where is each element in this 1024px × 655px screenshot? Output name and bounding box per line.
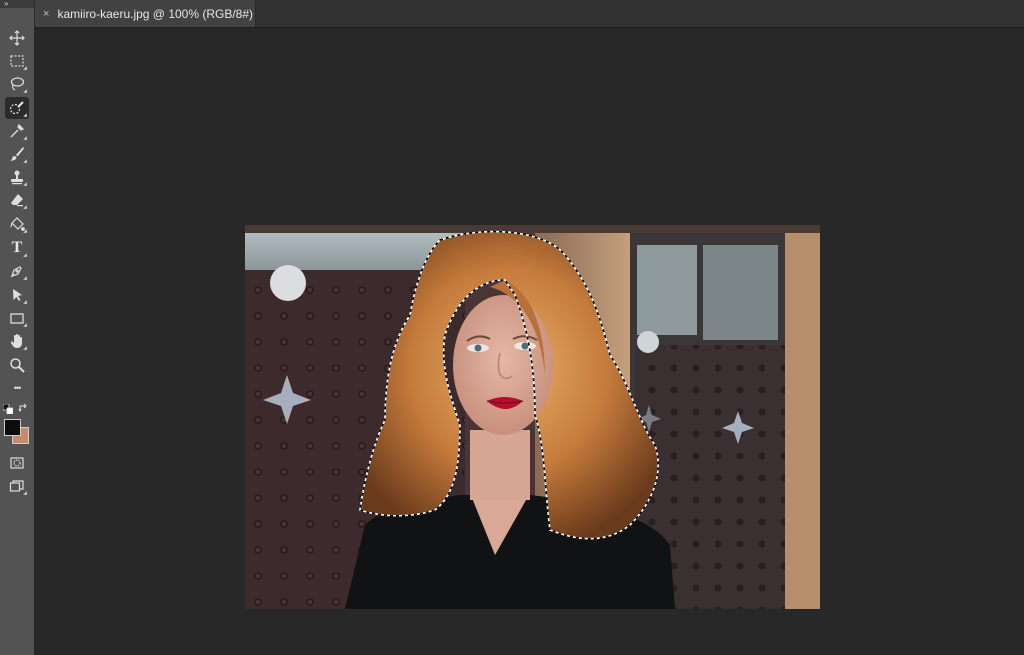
tool-group-indicator bbox=[23, 300, 27, 304]
document-title: kamiiro-kaeru.jpg @ 100% (RGB/8#) bbox=[57, 6, 254, 21]
foreground-color-swatch[interactable] bbox=[4, 419, 21, 436]
lasso-tool[interactable] bbox=[5, 73, 29, 95]
type-icon: T bbox=[11, 239, 23, 256]
path-selection-tool[interactable] bbox=[5, 284, 29, 306]
eraser-tool[interactable] bbox=[5, 189, 29, 211]
move-tool[interactable] bbox=[5, 27, 29, 49]
panel-collapse-button[interactable]: » bbox=[0, 0, 34, 8]
tool-group-indicator bbox=[23, 491, 27, 495]
type-tool[interactable]: T bbox=[5, 237, 29, 259]
tool-group-indicator bbox=[23, 253, 27, 257]
tool-group-indicator bbox=[23, 229, 27, 233]
default-colors-icon[interactable] bbox=[3, 404, 13, 414]
move-icon bbox=[9, 30, 25, 46]
clone-stamp-tool[interactable] bbox=[5, 166, 29, 188]
tool-group-indicator bbox=[23, 113, 27, 117]
tool-group-indicator bbox=[23, 276, 27, 280]
quick-mask-button[interactable] bbox=[5, 452, 29, 474]
tool-group-indicator bbox=[23, 323, 27, 327]
paint-bucket-tool[interactable] bbox=[5, 213, 29, 235]
more-tools[interactable]: ••• bbox=[5, 377, 29, 399]
document-tab[interactable]: × kamiiro-kaeru.jpg @ 100% (RGB/8#) bbox=[35, 0, 256, 27]
tab-close-button[interactable]: × bbox=[43, 8, 49, 20]
zoom-tool[interactable] bbox=[5, 354, 29, 376]
marquee-tool[interactable] bbox=[5, 50, 29, 72]
brush-tool[interactable] bbox=[5, 143, 29, 165]
screen-mode-button[interactable] bbox=[5, 475, 29, 497]
tool-group-indicator bbox=[23, 205, 27, 209]
tool-group-indicator bbox=[23, 66, 27, 70]
portrait-photo bbox=[245, 225, 820, 609]
quick-selection-tool[interactable] bbox=[5, 97, 29, 119]
color-swatches bbox=[3, 402, 31, 446]
magnifier-icon bbox=[10, 358, 25, 373]
quick-mask-icon bbox=[10, 457, 24, 469]
rectangle-tool[interactable] bbox=[5, 307, 29, 329]
tool-group-indicator bbox=[23, 182, 27, 186]
tool-group-indicator bbox=[23, 89, 27, 93]
swap-colors-icon[interactable] bbox=[18, 403, 29, 414]
tools-panel: » T ••• bbox=[0, 0, 35, 655]
ellipsis-icon: ••• bbox=[13, 383, 22, 393]
tool-group-indicator bbox=[23, 159, 27, 163]
pen-tool[interactable] bbox=[5, 260, 29, 282]
hand-tool[interactable] bbox=[5, 330, 29, 352]
tool-group-indicator bbox=[23, 346, 27, 350]
document-image[interactable] bbox=[245, 225, 820, 609]
eyedropper-tool[interactable] bbox=[5, 120, 29, 142]
tool-group-indicator bbox=[23, 136, 27, 140]
